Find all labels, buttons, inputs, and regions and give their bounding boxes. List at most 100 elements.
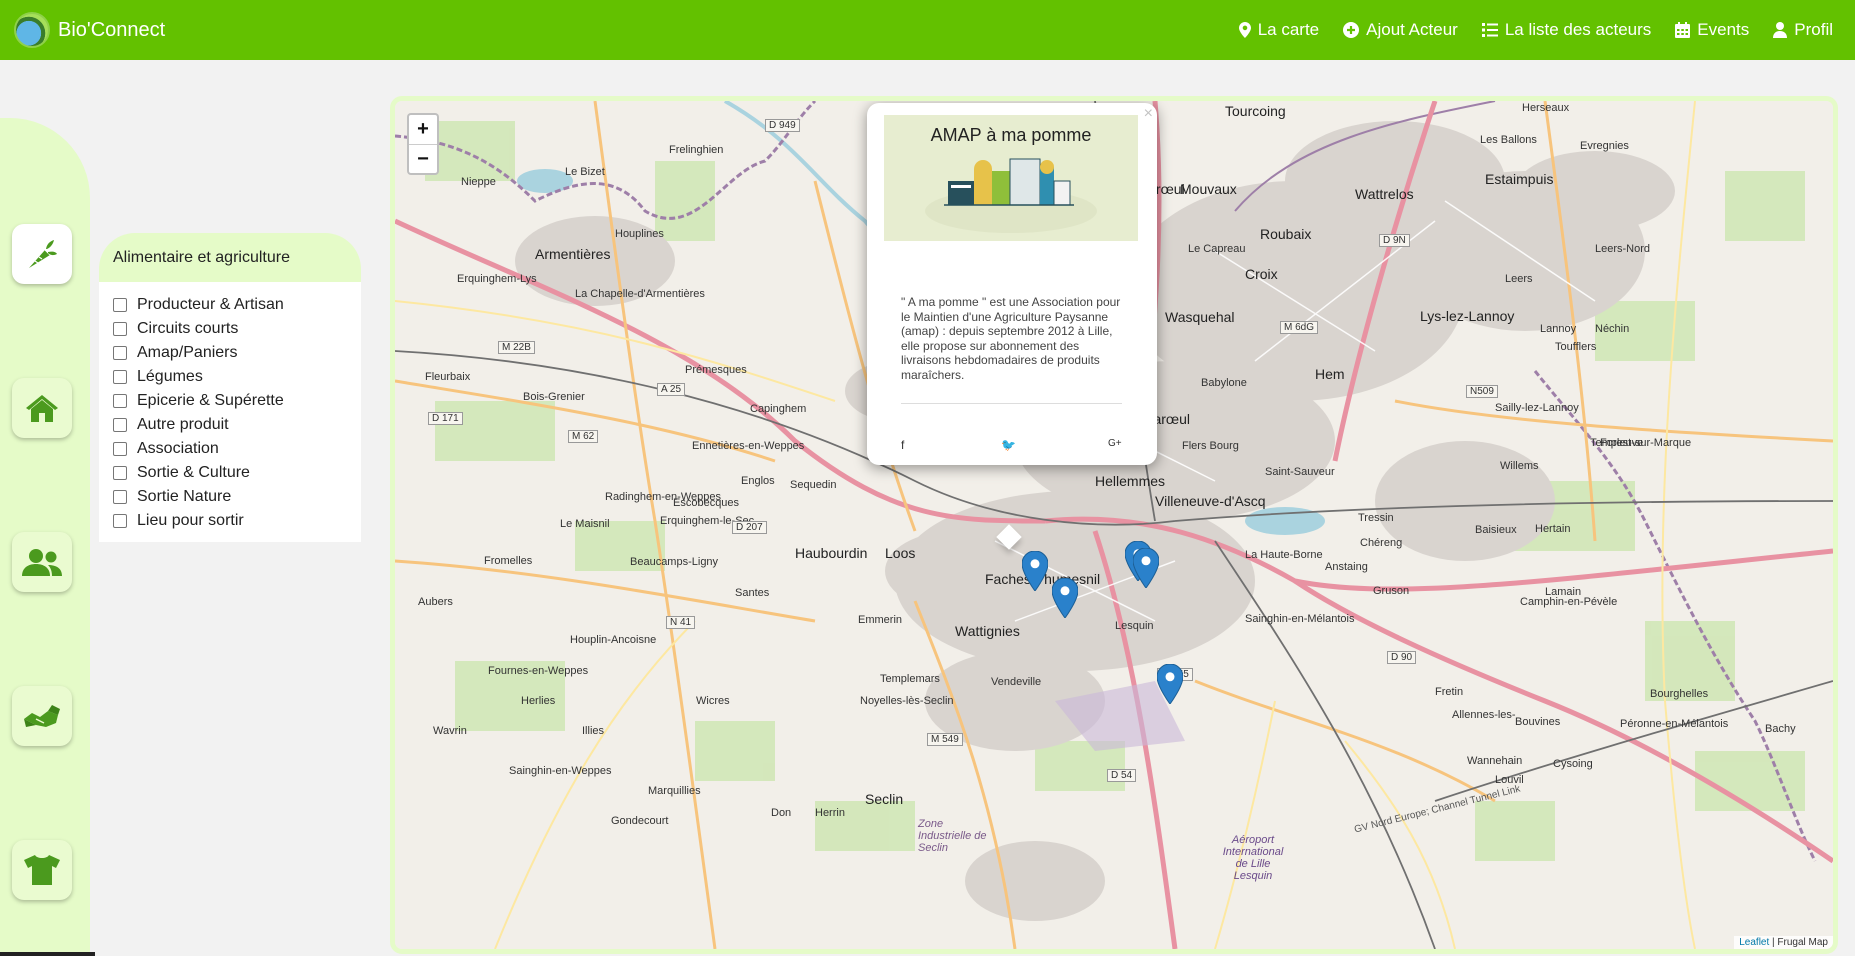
category-title: Alimentaire et agriculture	[113, 249, 290, 266]
map-place-label: Houplines	[615, 228, 664, 240]
google-plus-icon[interactable]: G+	[1108, 438, 1122, 449]
tshirt-icon	[24, 855, 60, 885]
map-place-label: Le Maisnil	[560, 518, 610, 530]
road-label: D 207	[732, 521, 767, 534]
users-icon	[22, 549, 62, 576]
category-item[interactable]: Circuits courts	[99, 317, 361, 341]
map-place-label: Hertain	[1535, 523, 1571, 535]
sidebar-button-vetements[interactable]	[12, 840, 72, 900]
facebook-icon[interactable]: f	[901, 438, 904, 452]
category-item[interactable]: Amap/Paniers	[99, 341, 361, 365]
sidebar-button-social[interactable]	[12, 532, 72, 592]
road-label: N509	[1466, 385, 1498, 398]
list-icon	[1481, 23, 1498, 37]
map-place-label: Bouvines	[1515, 716, 1561, 728]
zoom-out-button[interactable]: −	[409, 144, 437, 173]
map-marker-icon	[1238, 22, 1251, 38]
road-label: M 62	[568, 430, 599, 443]
map-marker-icon[interactable]	[1052, 578, 1078, 618]
twitter-icon[interactable]: 🐦	[1001, 438, 1016, 452]
category-checkbox[interactable]	[113, 394, 127, 408]
map-place-label: Sailly-lez-Lannoy	[1495, 402, 1579, 414]
map-place-label: Nieppe	[461, 176, 496, 188]
map-place-label: Marquillies	[648, 785, 701, 797]
category-checkbox[interactable]	[113, 370, 127, 384]
category-checkbox[interactable]	[113, 466, 127, 480]
map-place-label: Loos	[885, 545, 916, 561]
sidebar-button-habitat[interactable]	[12, 378, 72, 438]
bottom-divider	[0, 952, 95, 956]
map-place-label: Saint-Sauveur	[1265, 466, 1335, 478]
map-place-label: Willems	[1500, 460, 1539, 472]
map-place-label: Roubaix	[1260, 226, 1312, 242]
map-marker-icon[interactable]	[1157, 664, 1183, 704]
category-checkbox[interactable]	[113, 418, 127, 432]
category-label: Lieu pour sortir	[137, 512, 244, 529]
category-checkbox[interactable]	[113, 298, 127, 312]
map-place-label: Aubers	[418, 596, 453, 608]
map-place-label: Sainghin-en-Weppes	[509, 765, 612, 777]
map-place-label: Hellemmes	[1095, 473, 1166, 489]
category-list: Producteur & Artisan Circuits courts Amap/…	[99, 282, 361, 542]
map-special-label: Zone Industrielle de Seclin	[918, 818, 987, 854]
category-checkbox[interactable]	[113, 514, 127, 528]
map-place-label: Péronne-en-Mélantois	[1620, 718, 1729, 730]
category-item[interactable]: Sortie Nature	[99, 485, 361, 509]
plus-circle-icon	[1343, 22, 1360, 38]
map-place-label: Bois-Grenier	[523, 391, 585, 403]
map-place-label: Emmerin	[858, 614, 903, 626]
map-place-label: Fretin	[1435, 686, 1464, 698]
category-checkbox[interactable]	[113, 346, 127, 360]
nav-liste-acteurs[interactable]: La liste des acteurs	[1481, 20, 1651, 40]
map-place-label: Erquinghem-Lys	[457, 273, 537, 285]
category-item[interactable]: Epicerie & Supérette	[99, 389, 361, 413]
carrot-icon	[29, 240, 57, 268]
road-label: N 41	[666, 616, 696, 629]
category-item[interactable]: Lieu pour sortir	[99, 509, 361, 533]
road-label: D 949	[765, 119, 800, 132]
map-marker-icon[interactable]	[1133, 548, 1159, 588]
category-item[interactable]: Autre produit	[99, 413, 361, 437]
popup-description: " A ma pomme " est une Association pour …	[901, 295, 1121, 382]
nav-label: Profil	[1794, 20, 1833, 39]
category-item[interactable]: Sortie & Culture	[99, 461, 361, 485]
map-place-label: Le Capreau	[1188, 243, 1246, 255]
map-place-label: Wasquehal	[1165, 309, 1235, 325]
map-place-label: Croix	[1245, 266, 1278, 282]
map[interactable]: + − Tourcoing Mouvaux Wattrelos Roubaix Esta…	[390, 96, 1838, 954]
nav-profil[interactable]: Profil	[1773, 20, 1833, 40]
map-place-label: Ennetières-en-Weppes	[692, 440, 805, 452]
category-checkbox[interactable]	[113, 442, 127, 456]
category-checkbox[interactable]	[113, 490, 127, 504]
map-place-label: Herseaux	[1522, 102, 1570, 114]
map-place-label: Englos	[741, 475, 775, 487]
map-place-label: Herlies	[521, 695, 556, 707]
nav-la-carte[interactable]: La carte	[1238, 20, 1320, 40]
nav-label: La carte	[1257, 20, 1320, 39]
map-place-label: Bachy	[1765, 723, 1796, 735]
category-item[interactable]: Producteur & Artisan	[99, 293, 361, 317]
category-item[interactable]: Association	[99, 437, 361, 461]
nav-label: Events	[1697, 20, 1750, 39]
map-place-label: Tourcoing	[1225, 103, 1286, 119]
map-place-label: Néchin	[1595, 323, 1630, 335]
map-place-label: Wattrelos	[1355, 186, 1414, 202]
map-place-label: Frelinghien	[669, 144, 724, 156]
nav-ajout-acteur[interactable]: Ajout Acteur	[1343, 20, 1458, 40]
sidebar-button-services[interactable]	[12, 686, 72, 746]
leaflet-link[interactable]: Leaflet	[1739, 937, 1769, 948]
buildings-illustration-icon	[925, 158, 1097, 233]
sidebar-button-alimentation[interactable]	[12, 224, 72, 284]
nav-label: Ajout Acteur	[1366, 20, 1458, 39]
category-label: Sortie Nature	[137, 488, 232, 505]
nav-events[interactable]: Events	[1675, 20, 1749, 40]
road-label: M 6dG	[1280, 321, 1319, 334]
category-item[interactable]: Légumes	[99, 365, 361, 389]
brand[interactable]: Bio'Connect	[14, 10, 165, 50]
popup-close-button[interactable]: ×	[1144, 105, 1153, 123]
map-place-label: Herrin	[815, 807, 845, 819]
zoom-in-button[interactable]: +	[409, 115, 437, 144]
category-checkbox[interactable]	[113, 322, 127, 336]
map-place-label: Wannehain	[1467, 755, 1523, 767]
map-marker-icon[interactable]	[1022, 551, 1048, 591]
